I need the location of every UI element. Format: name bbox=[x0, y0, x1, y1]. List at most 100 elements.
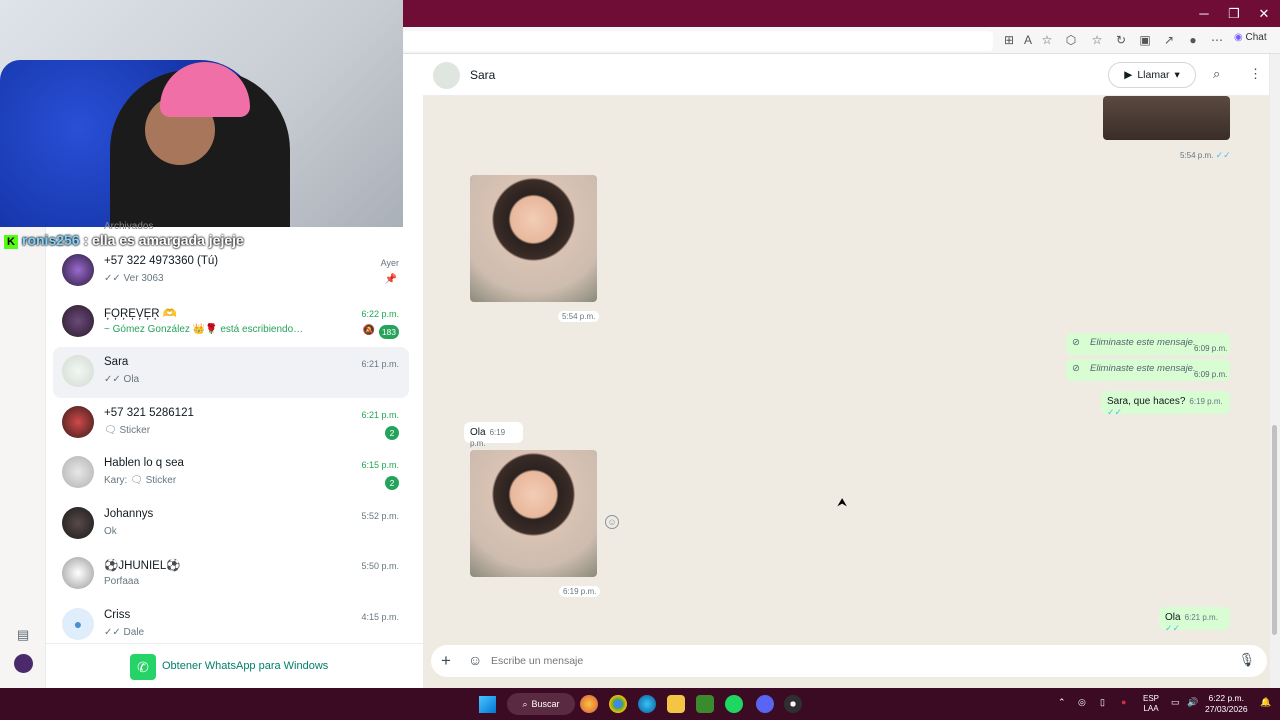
deleted-text: Eliminaste este mensaje. bbox=[1090, 363, 1196, 374]
chat-row[interactable]: +57 321 5286121 🗨 Sticker 6:21 p.m. 2 bbox=[53, 398, 409, 449]
deleted-icon: ⊘ bbox=[1072, 363, 1080, 374]
extension-icon[interactable]: ⬡ bbox=[1063, 32, 1079, 48]
chat-row[interactable]: Johannys Ok 5:52 p.m. bbox=[53, 499, 409, 550]
favorites-icon[interactable]: ☆ bbox=[1089, 32, 1105, 48]
tray-chevron-up-icon[interactable]: ⌃ bbox=[1058, 697, 1066, 708]
chat-row[interactable]: F͎O͎R͎E͎V͎E͎R͎ 🫶 ~ Gómez González 👑🌹 est… bbox=[53, 297, 409, 348]
deleted-message[interactable]: ⊘ Eliminaste este mensaje. 6:09 p.m. bbox=[1066, 333, 1230, 355]
chrome-canary-icon[interactable] bbox=[580, 695, 598, 713]
avatar bbox=[62, 557, 94, 589]
contact-avatar[interactable] bbox=[433, 62, 460, 89]
apps-icon[interactable]: ⊞ bbox=[1001, 32, 1017, 48]
copilot-chat-button[interactable]: ◉ Chat bbox=[1234, 32, 1267, 43]
mouse-cursor: ⮝ bbox=[837, 495, 848, 509]
file-explorer-icon[interactable] bbox=[667, 695, 685, 713]
more-menu-icon[interactable]: ⋯ bbox=[1209, 32, 1225, 48]
windows-start-icon[interactable] bbox=[479, 696, 496, 713]
chat-row[interactable]: ⚽JHUNIEL⚽ Porfaaa 5:50 p.m. bbox=[53, 549, 409, 600]
image-message[interactable] bbox=[470, 175, 597, 302]
emoji-icon[interactable]: ☺ bbox=[468, 652, 482, 668]
battery-icon[interactable]: ▯ bbox=[1100, 697, 1105, 708]
chat-time: Ayer bbox=[380, 258, 399, 268]
message-time: 6:09 p.m. bbox=[1194, 344, 1228, 353]
kick-badge: K bbox=[4, 235, 18, 249]
deleted-text: Eliminaste este mensaje. bbox=[1090, 337, 1196, 348]
language-indicator[interactable]: ESP LAA bbox=[1143, 694, 1159, 714]
chat-time: 6:21 p.m. bbox=[361, 409, 399, 420]
message-time: 6:19 p.m. bbox=[1189, 397, 1223, 406]
video-call-icon: ▶ bbox=[1124, 69, 1133, 81]
discord-icon[interactable] bbox=[756, 695, 774, 713]
clock-date: 27/03/2026 bbox=[1205, 704, 1248, 714]
scrollbar-thumb[interactable] bbox=[1272, 425, 1277, 635]
minecraft-icon[interactable] bbox=[696, 695, 714, 713]
collections-icon[interactable]: ▣ bbox=[1137, 32, 1153, 48]
chat-preview: Kary: 🗨 Sticker bbox=[104, 475, 177, 486]
avatar bbox=[62, 355, 94, 387]
avatar bbox=[62, 456, 94, 488]
chat-time: 4:15 p.m. bbox=[361, 611, 399, 622]
read-aloud-icon[interactable]: A bbox=[1020, 32, 1036, 48]
call-button[interactable]: ▶ Llamar ▾ bbox=[1108, 62, 1196, 88]
chrome-icon[interactable] bbox=[609, 695, 627, 713]
notifications-icon[interactable]: 🔔 bbox=[1260, 697, 1271, 708]
avatar bbox=[62, 254, 94, 286]
volume-icon[interactable]: 🔊 bbox=[1187, 697, 1198, 708]
chat-name: F͎O͎R͎E͎V͎E͎R͎ 🫶 bbox=[104, 307, 178, 320]
chat-row[interactable]: +57 322 4973360 (Tú) ✓✓ Ver 3063 Ayer 📌 bbox=[53, 246, 409, 297]
media-gallery-icon[interactable]: ▤ bbox=[17, 627, 29, 643]
message-input[interactable] bbox=[491, 651, 1191, 671]
microphone-icon[interactable]: 🎙 bbox=[1238, 652, 1255, 668]
contact-name[interactable]: Sara bbox=[470, 68, 495, 82]
profile-icon[interactable]: ● bbox=[1185, 32, 1201, 48]
image-message[interactable] bbox=[470, 450, 597, 577]
image-message[interactable] bbox=[1103, 96, 1230, 140]
language-code: ESP bbox=[1143, 694, 1160, 703]
spotify-icon[interactable] bbox=[725, 695, 743, 713]
chat-row[interactable]: Sara ✓✓ Ola 6:21 p.m. bbox=[53, 347, 409, 398]
tray-security-icon[interactable]: ● bbox=[1121, 697, 1126, 707]
favorite-star-icon[interactable]: ☆ bbox=[1039, 32, 1055, 48]
chat-preview: ✓✓ Dale bbox=[104, 626, 145, 638]
incoming-message[interactable]: Ola 6:19 p.m. bbox=[464, 422, 523, 448]
minimize-button[interactable]: ─ bbox=[1188, 0, 1220, 27]
history-icon[interactable]: ↻ bbox=[1113, 32, 1129, 48]
network-icon[interactable]: ▭ bbox=[1171, 697, 1180, 708]
read-ticks-icon: ✓✓ bbox=[1107, 407, 1123, 417]
chat-name: +57 322 4973360 (Tú) bbox=[104, 255, 219, 267]
emoji-react-icon[interactable]: ☺ bbox=[605, 515, 619, 529]
unread-badge: 2 bbox=[385, 476, 399, 490]
get-whatsapp-label[interactable]: Obtener WhatsApp para Windows bbox=[162, 660, 328, 672]
chat-name: ⚽JHUNIEL⚽ bbox=[104, 560, 181, 572]
search-icon[interactable]: ⌕ bbox=[1213, 66, 1220, 82]
chat-row[interactable]: Hablen lo q sea Kary: 🗨 Sticker 6:15 p.m… bbox=[53, 448, 409, 499]
message-text: Ola bbox=[470, 427, 486, 438]
attach-plus-icon[interactable]: + bbox=[441, 651, 451, 671]
close-window-button[interactable]: ✕ bbox=[1248, 0, 1280, 27]
address-bar[interactable] bbox=[403, 31, 993, 51]
avatar bbox=[62, 405, 94, 438]
obs-icon[interactable] bbox=[784, 695, 802, 713]
deleted-icon: ⊘ bbox=[1072, 337, 1080, 348]
taskbar-search[interactable]: ⌕ Buscar bbox=[507, 693, 575, 715]
deleted-message[interactable]: ⊘ Eliminaste este mensaje. 6:09 p.m. bbox=[1066, 359, 1230, 381]
profile-avatar[interactable] bbox=[14, 654, 33, 673]
chat-name: Johannys bbox=[104, 507, 154, 520]
unread-badge: 2 bbox=[385, 425, 399, 440]
outgoing-message[interactable]: Ola 6:21 p.m. ✓✓ bbox=[1159, 607, 1230, 633]
outgoing-message[interactable]: Sara, que haces? 6:19 p.m. ✓✓ bbox=[1101, 391, 1230, 417]
message-time: 5:54 p.m. bbox=[558, 311, 600, 322]
taskbar-clock[interactable]: 6:22 p.m. 27/03/2026 bbox=[1205, 693, 1248, 715]
message-meta: 5:54 p.m. ✓✓ bbox=[1180, 150, 1231, 160]
maximize-button[interactable]: ❐ bbox=[1218, 0, 1250, 27]
chat-name: +57 321 5286121 bbox=[104, 406, 194, 419]
message-time: 6:09 p.m. bbox=[1194, 370, 1228, 379]
tray-app-icon[interactable]: ◎ bbox=[1078, 697, 1086, 708]
edge-icon[interactable] bbox=[638, 695, 656, 713]
archived-label[interactable]: Archivados bbox=[104, 221, 153, 232]
get-whatsapp-banner[interactable]: ✆ Obtener WhatsApp para Windows bbox=[46, 643, 423, 688]
keyboard-layout: LAA bbox=[1143, 704, 1159, 713]
webcam-overlay bbox=[0, 0, 403, 227]
menu-kebab-icon[interactable]: ⋮ bbox=[1249, 66, 1262, 82]
share-icon[interactable]: ↗ bbox=[1161, 32, 1177, 48]
